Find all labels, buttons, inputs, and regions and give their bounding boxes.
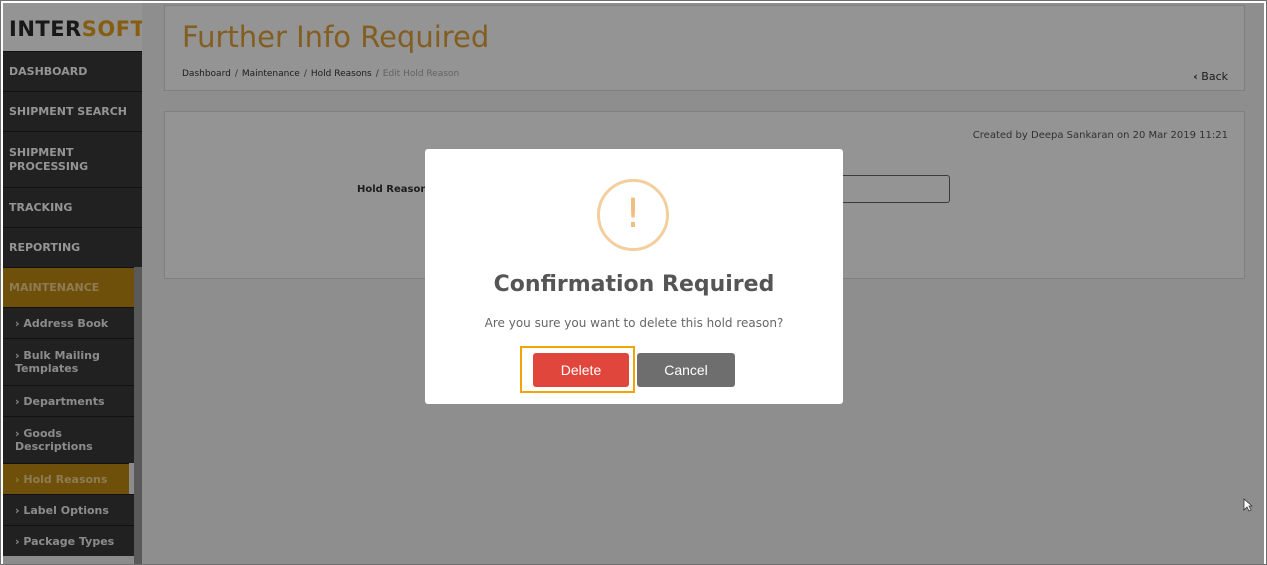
confirmation-dialog: ! Confirmation Required Are you sure you… <box>425 149 843 404</box>
delete-button[interactable]: Delete <box>533 353 629 387</box>
dialog-title: Confirmation Required <box>493 272 775 297</box>
dialog-message: Are you sure you want to delete this hol… <box>484 316 784 330</box>
cancel-button[interactable]: Cancel <box>637 353 735 387</box>
warning-icon: ! <box>597 179 669 251</box>
mouse-cursor-icon <box>1243 497 1254 516</box>
app-frame: INTERSOFT DASHBOARD SHIPMENT SEARCH SHIP… <box>0 0 1267 565</box>
